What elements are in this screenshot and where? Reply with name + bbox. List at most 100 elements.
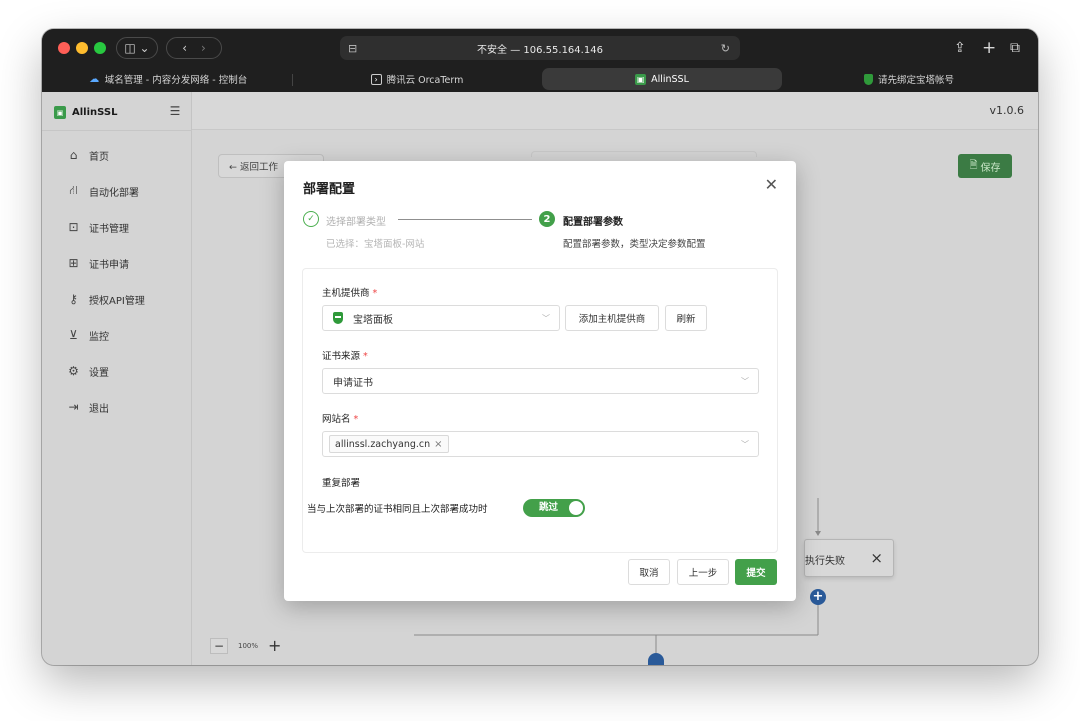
- version-label: v1.0.6: [989, 104, 1025, 117]
- sidebar-item-label: 设置: [89, 367, 109, 379]
- key-icon: ⚷: [69, 292, 78, 306]
- zoom-in-button[interactable]: +: [268, 638, 281, 654]
- cert-source-select[interactable]: 申请证书 ﹀: [322, 368, 759, 394]
- host-provider-select[interactable]: 宝塔面板 ﹀: [322, 305, 560, 331]
- cloud-icon: ☁: [89, 73, 100, 85]
- tab-baota-bind[interactable]: 请先绑定宝塔帐号: [788, 68, 1030, 90]
- sidebar-item-cert-apply[interactable]: ⊞ 证书申请: [66, 254, 129, 272]
- step-2-desc: 配置部署参数，类型决定参数配置: [563, 239, 706, 250]
- fail-node-label: 执行失败: [805, 556, 845, 567]
- lock-icon: ▣: [635, 73, 647, 85]
- label-text: 证书来源: [322, 351, 361, 362]
- tab-separator: [292, 74, 293, 86]
- label-text: 网站名: [322, 414, 351, 425]
- add-host-provider-button[interactable]: 添加主机提供商: [565, 305, 659, 331]
- sidebar-item-label: 证书管理: [89, 223, 129, 235]
- submit-button[interactable]: 提交: [735, 559, 777, 585]
- add-node-button[interactable]: [648, 653, 664, 665]
- baota-icon: [333, 312, 343, 324]
- cancel-button[interactable]: 取消: [628, 559, 670, 585]
- button-label: 取消: [639, 568, 659, 579]
- button-label: 添加主机提供商: [578, 314, 646, 325]
- history-nav[interactable]: ‹ ›: [166, 37, 222, 59]
- chevron-down-icon: ﹀: [542, 314, 550, 323]
- terminal-icon: ›: [370, 73, 382, 85]
- sidebar-item-label: 证书申请: [89, 259, 129, 271]
- maximize-window-button[interactable]: [94, 42, 106, 54]
- tab-allinssl[interactable]: ▣ AllinSSL: [542, 68, 782, 90]
- address-text: 不安全 — 106.55.164.146: [477, 44, 603, 56]
- redeploy-label: 重复部署: [322, 478, 361, 489]
- cert-source-label: 证书来源 *: [322, 348, 368, 362]
- close-window-button[interactable]: [58, 42, 70, 54]
- address-bar[interactable]: ⊟ 不安全 — 106.55.164.146 ↻: [340, 36, 740, 60]
- deploy-config-dialog: 部署配置 ✕ ✓ 选择部署类型 已选择：宝塔面板-网站 2 配置部署参数 配置部…: [284, 161, 796, 601]
- chevron-down-icon: ﹀: [741, 440, 749, 449]
- sidebar-item-logout[interactable]: ⇥ 退出: [66, 398, 109, 416]
- button-label: 提交: [746, 568, 766, 579]
- sidebar-item-auto-deploy[interactable]: ⛙ 自动化部署: [66, 182, 139, 200]
- refresh-button[interactable]: 刷新: [665, 305, 707, 331]
- tab-label: AllinSSL: [651, 73, 689, 85]
- allinssl-logo-icon: ▣: [54, 106, 66, 119]
- workflow-icon: ⛙: [69, 183, 78, 197]
- sidebar-item-label: 自动化部署: [89, 187, 139, 199]
- gear-icon: ⚙: [68, 364, 79, 378]
- add-node-button[interactable]: +: [810, 589, 826, 605]
- step-1-desc: 已选择：宝塔面板-网站: [326, 239, 425, 250]
- check-icon: ✓: [303, 211, 319, 227]
- sidebar-item-label: 首页: [89, 151, 109, 163]
- sidebar-item-cert-manage[interactable]: ⊡ 证书管理: [66, 218, 129, 236]
- plus-square-icon: ⊞: [68, 256, 79, 270]
- top-header: v1.0.6: [192, 92, 1038, 130]
- brand[interactable]: ▣ AllinSSL: [54, 106, 117, 119]
- required-mark: *: [372, 288, 378, 299]
- close-icon[interactable]: ×: [870, 549, 883, 567]
- sidebar-item-settings[interactable]: ⚙ 设置: [66, 362, 109, 380]
- step-2-title: 配置部署参数: [563, 217, 623, 228]
- certificate-icon: ⊡: [68, 220, 79, 234]
- minimize-window-button[interactable]: [76, 42, 88, 54]
- forward-icon[interactable]: ›: [201, 41, 206, 55]
- toggle-knob: [569, 501, 583, 515]
- share-icon[interactable]: ⇪: [954, 38, 966, 58]
- tab-domain-console[interactable]: ☁ 域名管理 - 内容分发网络 - 控制台: [50, 68, 286, 90]
- skip-toggle[interactable]: 跳过: [523, 499, 585, 517]
- sidebar-item-label: 退出: [89, 403, 109, 415]
- new-tab-icon[interactable]: +: [982, 38, 996, 58]
- logout-icon: ⇥: [68, 400, 79, 414]
- host-provider-label: 主机提供商 *: [322, 285, 377, 299]
- sidebar-item-home[interactable]: ⌂ 首页: [66, 146, 109, 164]
- collapse-menu-icon[interactable]: ☰: [168, 104, 182, 118]
- zoom-out-button[interactable]: −: [210, 638, 228, 654]
- back-icon[interactable]: ‹: [182, 41, 187, 55]
- reload-icon[interactable]: ↻: [721, 36, 730, 60]
- site-tag: allinssl.zachyang.cn ×: [329, 435, 449, 453]
- zoom-level: 100%: [238, 642, 259, 650]
- site-name-select[interactable]: allinssl.zachyang.cn × ﹀: [322, 431, 759, 457]
- tab-orcaterm[interactable]: › 腾讯云 OrcaTerm: [298, 68, 536, 90]
- tab-overview-icon[interactable]: ⧉: [1010, 38, 1020, 58]
- page-settings-icon[interactable]: ⊟: [348, 36, 357, 60]
- select-value: 宝塔面板: [353, 314, 393, 326]
- step-1-title[interactable]: 选择部署类型: [326, 213, 386, 228]
- required-mark: *: [353, 414, 359, 425]
- sidebar-toggle-button[interactable]: ◫ ⌄: [116, 37, 158, 59]
- close-icon[interactable]: ×: [434, 439, 442, 450]
- connector-arrow: [815, 531, 821, 536]
- site-name-label: 网站名 *: [322, 411, 358, 425]
- sidebar: ▣ AllinSSL ☰ ⌂ 首页 ⛙ 自动化部署 ⊡ 证书管理 ⊞ 证书申请: [42, 92, 192, 665]
- previous-step-button[interactable]: 上一步: [677, 559, 729, 585]
- button-label: 刷新: [676, 314, 696, 325]
- execute-fail-node[interactable]: 执行失败 ×: [804, 539, 894, 577]
- sidebar-item-api-auth[interactable]: ⚷ 授权API管理: [66, 290, 145, 308]
- close-icon[interactable]: ✕: [765, 176, 778, 194]
- monitor-icon: ⊻: [69, 328, 78, 342]
- tag-label: allinssl.zachyang.cn: [335, 438, 431, 450]
- button-label: 上一步: [688, 568, 718, 579]
- divider: [42, 130, 192, 131]
- redeploy-desc: 当与上次部署的证书相同且上次部署成功时: [307, 504, 488, 515]
- sidebar-item-monitor[interactable]: ⊻ 监控: [66, 326, 109, 344]
- brand-name: AllinSSL: [72, 107, 118, 118]
- browser-titlebar: ◫ ⌄ ‹ › ⊟ 不安全 — 106.55.164.146 ↻ ⇪ + ⧉: [42, 29, 1038, 67]
